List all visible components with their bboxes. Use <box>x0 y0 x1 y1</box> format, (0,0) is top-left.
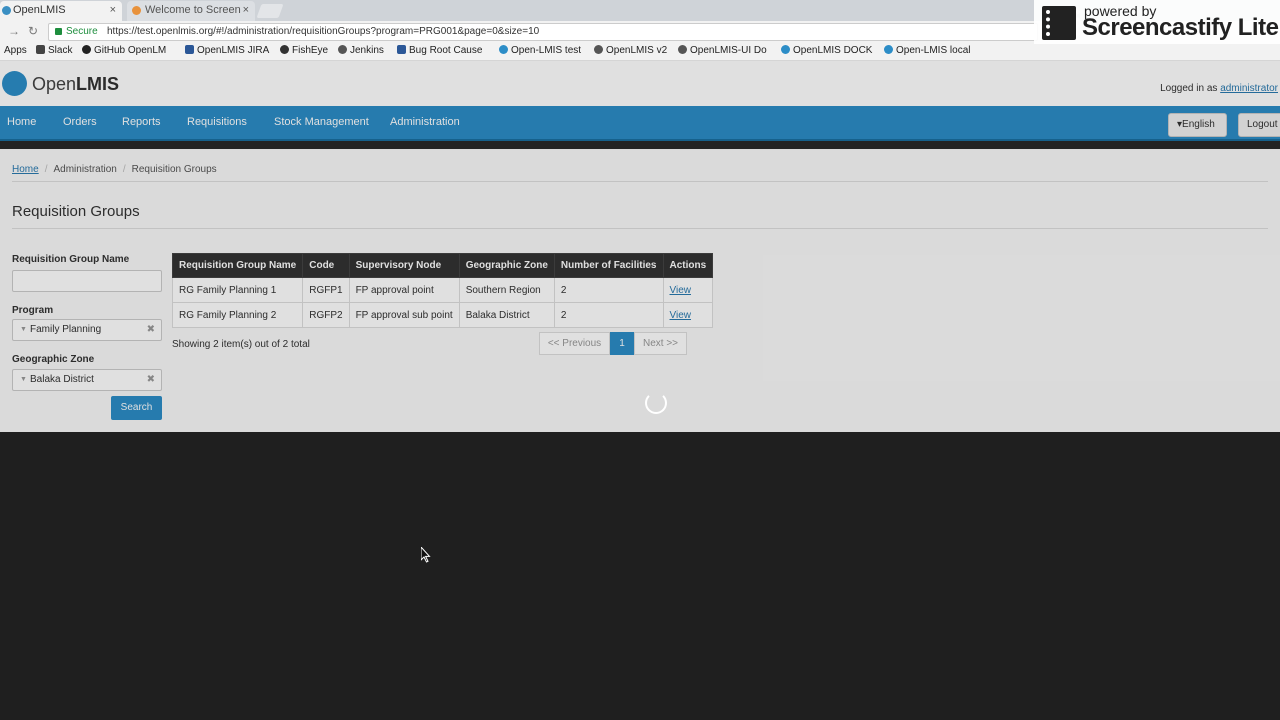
bookmark-github[interactable]: GitHub OpenLM <box>82 45 166 56</box>
secure-label: Secure <box>66 26 98 37</box>
tab-label: OpenLMIS <box>13 4 66 16</box>
new-tab-button[interactable] <box>256 4 284 18</box>
globe-icon <box>678 45 687 54</box>
screencastify-favicon-icon <box>132 6 141 15</box>
bug-icon <box>397 45 406 54</box>
tab-close-icon[interactable]: × <box>243 1 249 20</box>
watermark-name: Screencastify Lite <box>1082 14 1279 41</box>
globe-icon <box>499 45 508 54</box>
openlmis-page: OpenLMIS Logged in as administrator Home… <box>0 61 1280 432</box>
fisheye-icon <box>280 45 289 54</box>
globe-icon <box>781 45 790 54</box>
reload-icon[interactable]: ↻ <box>28 24 38 38</box>
loading-spinner-icon <box>645 392 667 414</box>
bookmark-jira[interactable]: OpenLMIS JIRA <box>185 45 269 56</box>
bookmarks-bar: Apps Slack GitHub OpenLM OpenLMIS JIRA F… <box>0 43 1280 61</box>
bookmark-openlmis-test[interactable]: Open-LMIS test <box>499 45 581 56</box>
lock-icon <box>55 28 62 35</box>
bookmark-slack[interactable]: Slack <box>36 45 72 56</box>
bookmark-bug-root-cause[interactable]: Bug Root Cause <box>397 45 482 56</box>
bookmark-fisheye[interactable]: FishEye <box>280 45 328 56</box>
tab-screencastify[interactable]: Welcome to Screen × <box>127 1 255 21</box>
bookmark-openlmis-local[interactable]: Open-LMIS local <box>884 45 970 56</box>
forward-arrow-icon[interactable]: → <box>8 24 20 38</box>
url-text: https://test.openlmis.org/#!/administrat… <box>107 26 540 37</box>
globe-icon <box>884 45 893 54</box>
bookmark-openlmis-v2[interactable]: OpenLMIS v2 <box>594 45 667 56</box>
loading-backdrop <box>0 61 1280 432</box>
tab-openlmis[interactable]: OpenLMIS × <box>0 1 122 21</box>
bookmark-apps[interactable]: Apps <box>4 45 27 56</box>
bookmark-openlmis-docker[interactable]: OpenLMIS DOCK <box>781 45 872 56</box>
jira-icon <box>185 45 194 54</box>
bookmark-openlmis-ui-docs[interactable]: OpenLMIS-UI Do <box>678 45 767 56</box>
github-icon <box>82 45 91 54</box>
openlmis-favicon-icon <box>2 6 11 15</box>
globe-icon <box>594 45 603 54</box>
jenkins-icon <box>338 45 347 54</box>
film-icon <box>1042 6 1080 40</box>
bookmark-jenkins[interactable]: Jenkins <box>338 45 384 56</box>
tab-close-icon[interactable]: × <box>110 1 116 20</box>
screencastify-watermark: powered by Screencastify Lite <box>1034 0 1280 44</box>
url-omnibox[interactable]: Secure https://test.openlmis.org/#!/admi… <box>48 23 1038 41</box>
tab-label: Welcome to Screen <box>145 4 241 16</box>
slack-icon <box>36 45 45 54</box>
